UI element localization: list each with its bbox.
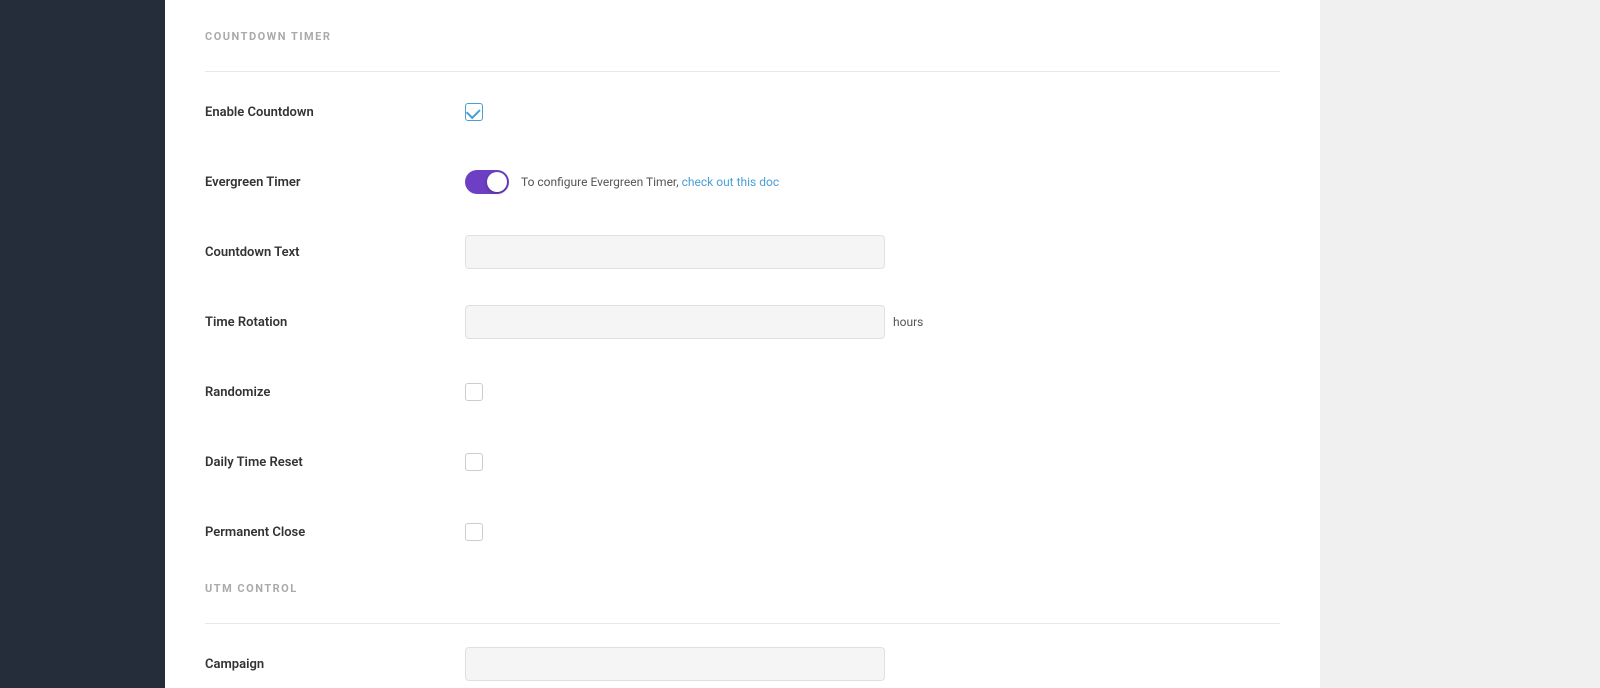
evergreen-timer-row: Evergreen Timer To configure Evergreen T…	[205, 162, 1280, 202]
time-rotation-input-group: hours	[465, 305, 923, 339]
randomize-control	[465, 383, 1280, 401]
randomize-row: Randomize	[205, 372, 1280, 412]
right-panel	[1320, 0, 1600, 688]
section-divider-1	[205, 71, 1280, 72]
campaign-control	[465, 647, 1280, 681]
time-rotation-suffix: hours	[893, 315, 923, 329]
evergreen-doc-link[interactable]: check out this doc	[682, 175, 779, 189]
permanent-close-control	[465, 523, 1280, 541]
enable-countdown-label: Enable Countdown	[205, 105, 465, 120]
permanent-close-label: Permanent Close	[205, 525, 465, 540]
evergreen-helper-text: To configure Evergreen Timer, check out …	[521, 175, 779, 189]
enable-countdown-control	[465, 103, 1280, 121]
utm-control-section: UTM CONTROL Campaign	[205, 582, 1280, 684]
daily-time-reset-control	[465, 453, 1280, 471]
time-rotation-row: Time Rotation hours	[205, 302, 1280, 342]
campaign-row: Campaign	[205, 644, 1280, 684]
enable-countdown-checkbox[interactable]	[465, 103, 483, 121]
countdown-text-control	[465, 235, 1280, 269]
section-divider-2	[205, 623, 1280, 624]
campaign-label: Campaign	[205, 657, 465, 672]
permanent-close-checkbox[interactable]	[465, 523, 483, 541]
time-rotation-input[interactable]	[465, 305, 885, 339]
sidebar	[0, 0, 165, 688]
countdown-section-title: COUNTDOWN TIMER	[205, 30, 1280, 51]
countdown-text-input[interactable]	[465, 235, 885, 269]
evergreen-timer-label: Evergreen Timer	[205, 175, 465, 190]
evergreen-timer-toggle[interactable]	[465, 170, 509, 194]
main-content: COUNTDOWN TIMER Enable Countdown Evergre…	[165, 0, 1320, 688]
countdown-text-row: Countdown Text	[205, 232, 1280, 272]
daily-time-reset-checkbox[interactable]	[465, 453, 483, 471]
evergreen-timer-control: To configure Evergreen Timer, check out …	[465, 170, 1280, 194]
randomize-label: Randomize	[205, 385, 465, 400]
toggle-knob	[487, 172, 507, 192]
enable-countdown-row: Enable Countdown	[205, 92, 1280, 132]
permanent-close-row: Permanent Close	[205, 512, 1280, 552]
randomize-checkbox[interactable]	[465, 383, 483, 401]
daily-time-reset-label: Daily Time Reset	[205, 455, 465, 470]
time-rotation-control: hours	[465, 305, 1280, 339]
daily-time-reset-row: Daily Time Reset	[205, 442, 1280, 482]
utm-section-title: UTM CONTROL	[205, 582, 1280, 603]
time-rotation-label: Time Rotation	[205, 315, 465, 330]
campaign-input[interactable]	[465, 647, 885, 681]
countdown-timer-section: COUNTDOWN TIMER Enable Countdown Evergre…	[205, 30, 1280, 552]
countdown-text-label: Countdown Text	[205, 245, 465, 260]
